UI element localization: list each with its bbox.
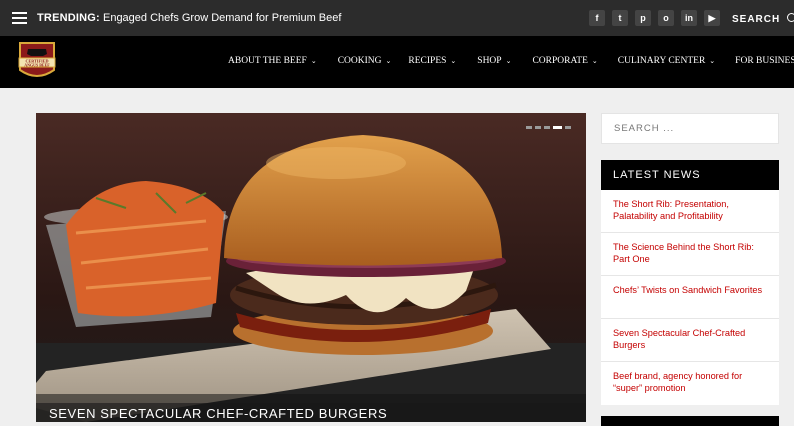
nav-for-business[interactable]: FOR BUSINESS⌄	[735, 56, 794, 66]
latest-news-heading: LATEST NEWS	[601, 160, 779, 190]
youtube-icon[interactable]: ▶	[704, 10, 720, 26]
linkedin-icon[interactable]: in	[681, 10, 697, 26]
nav-recipes[interactable]: RECIPES ⌄	[408, 56, 456, 66]
news-link[interactable]: Beef brand, agency honored for “super” p…	[601, 362, 779, 405]
news-link[interactable]: The Short Rib: Presentation, Palatabilit…	[601, 190, 779, 233]
burger-photo	[36, 113, 586, 422]
trending-headline[interactable]: Engaged Chefs Grow Demand for Premium Be…	[103, 12, 341, 24]
hero-caption[interactable]: SEVEN SPECTACULAR CHEF-CRAFTED BURGERS	[49, 406, 387, 421]
chevron-down-icon: ⌄	[385, 57, 392, 65]
nav-culinary-center[interactable]: CULINARY CENTER ⌄	[618, 56, 715, 66]
twitter-icon[interactable]: t	[612, 10, 628, 26]
news-link[interactable]: Seven Spectacular Chef-Crafted Burgers	[601, 319, 779, 362]
news-link[interactable]: Chefs’ Twists on Sandwich Favorites	[601, 276, 779, 319]
hamburger-menu-icon[interactable]	[12, 12, 27, 24]
nav-label: COOKING	[337, 56, 382, 66]
nav-label: FOR BUSINESS	[735, 56, 794, 66]
certified-angus-beef-logo[interactable]: CERTIFIED ANGUS BEEF	[16, 40, 58, 82]
slider-dot-active[interactable]	[553, 126, 562, 129]
trending-label: TRENDING:	[37, 12, 100, 24]
next-widget-heading	[601, 416, 779, 426]
primary-nav: ABOUT THE BEEF ⌄ COOKING ⌄ RECIPES ⌄ SHOP ⌄ …	[228, 56, 794, 66]
chevron-down-icon: ⌄	[450, 57, 457, 65]
slider-dot[interactable]	[535, 126, 541, 129]
sidebar-search-box	[601, 113, 779, 144]
chevron-down-icon: ⌄	[310, 57, 317, 65]
chevron-down-icon: ⌄	[505, 57, 512, 65]
trending-ticker[interactable]: TRENDING: Engaged Chefs Grow Demand for …	[37, 12, 341, 24]
nav-label: SHOP	[477, 56, 502, 66]
search-icon[interactable]	[787, 13, 794, 22]
nav-label: CORPORATE	[532, 56, 588, 66]
sidebar-search-input[interactable]	[602, 114, 778, 143]
social-links: f t p o in ▶	[589, 10, 720, 26]
latest-news-list: The Short Rib: Presentation, Palatabilit…	[601, 190, 779, 405]
nav-label: CULINARY CENTER	[617, 56, 706, 66]
slider-dot[interactable]	[526, 126, 532, 129]
nav-label: RECIPES	[408, 56, 447, 66]
facebook-icon[interactable]: f	[589, 10, 605, 26]
nav-shop[interactable]: SHOP ⌄	[477, 56, 511, 66]
nav-label: ABOUT THE BEEF	[228, 56, 307, 66]
nav-about-the-beef[interactable]: ABOUT THE BEEF ⌄	[228, 56, 317, 66]
chevron-down-icon: ⌄	[709, 57, 716, 65]
nav-corporate[interactable]: CORPORATE ⌄	[532, 56, 597, 66]
slider-dot[interactable]	[565, 126, 571, 129]
hero-slider[interactable]	[36, 113, 586, 422]
slider-dot[interactable]	[544, 126, 550, 129]
chevron-down-icon: ⌄	[591, 57, 598, 65]
top-bar: TRENDING: Engaged Chefs Grow Demand for …	[0, 0, 794, 36]
slider-dots	[526, 126, 571, 129]
logo-text-angus-beef: ANGUS BEEF	[24, 63, 50, 68]
pinterest-icon[interactable]: p	[635, 10, 651, 26]
main-navbar: CERTIFIED ANGUS BEEF ABOUT THE BEEF ⌄ COO…	[0, 36, 794, 88]
top-search-button[interactable]: SEARCH	[732, 14, 780, 25]
nav-cooking[interactable]: COOKING ⌄	[338, 56, 392, 66]
instagram-icon[interactable]: o	[658, 10, 674, 26]
news-link[interactable]: The Science Behind the Short Rib: Part O…	[601, 233, 779, 276]
